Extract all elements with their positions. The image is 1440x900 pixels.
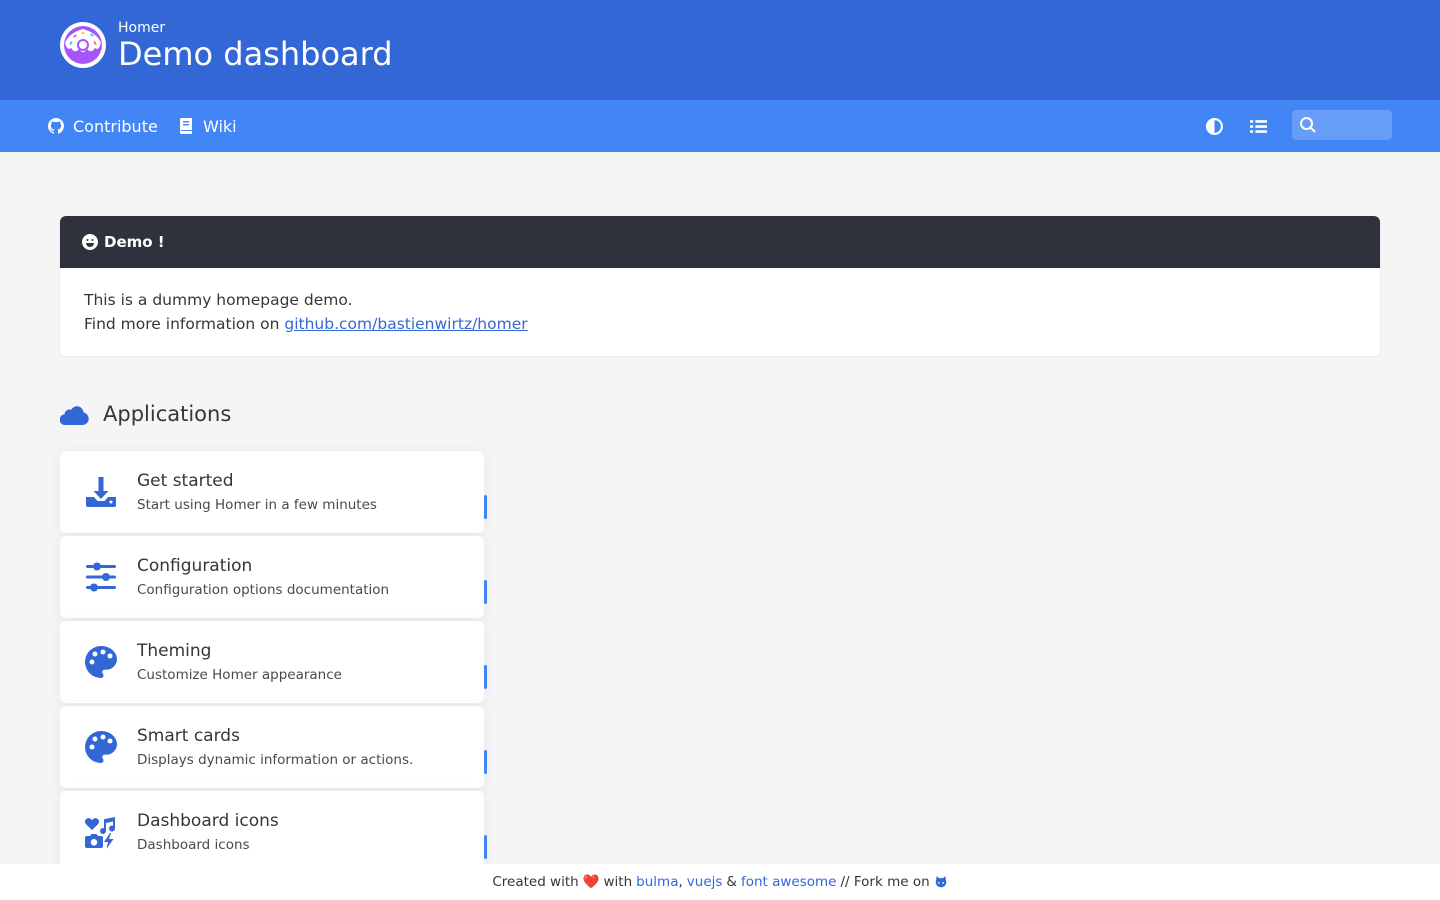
message-line2: Find more information on github.com/bast… [84, 312, 1356, 336]
card-dashboard-icons[interactable]: Dashboard icons Dashboard icons [60, 791, 487, 873]
card-subtitle: Start using Homer in a few minutes [137, 497, 377, 513]
theme-toggle-button[interactable] [1204, 116, 1224, 136]
card-title: Dashboard icons [137, 811, 279, 831]
message-line2-prefix: Find more information on [84, 315, 280, 333]
sliders-icon [84, 560, 118, 594]
message-title: Demo ! [104, 233, 165, 251]
footer-with: with [603, 874, 633, 890]
message-body: This is a dummy homepage demo. Find more… [60, 268, 1380, 356]
card-accent [484, 580, 487, 604]
footer-created-with: Created with [492, 874, 579, 890]
message-line1: This is a dummy homepage demo. [84, 291, 353, 309]
footer-fork-me: // Fork me on [840, 874, 930, 890]
vuejs-link[interactable]: vuejs [687, 874, 723, 890]
bulma-link[interactable]: bulma [636, 874, 678, 890]
book-icon [180, 118, 192, 134]
layout-toggle-button[interactable] [1248, 116, 1268, 136]
wiki-link[interactable]: Wiki [178, 100, 237, 152]
card-title: Theming [137, 641, 212, 661]
search-input[interactable] [1322, 110, 1388, 140]
page-title: Demo dashboard [118, 35, 393, 73]
heart-icon: ❤️ [582, 874, 600, 890]
footer: Created with ❤️ with bulma, vuejs & font… [0, 864, 1440, 900]
cloud-icon [60, 406, 89, 425]
card-title: Configuration [137, 556, 253, 576]
contrast-icon [1205, 117, 1223, 135]
card-accent [484, 665, 487, 689]
contribute-link[interactable]: Contribute [48, 100, 158, 152]
header-subtitle: Homer [118, 20, 166, 36]
group-name: Applications [103, 402, 232, 426]
search-box[interactable] [1292, 110, 1392, 140]
card-smart-cards[interactable]: Smart cards Displays dynamic information… [60, 706, 487, 788]
card-configuration[interactable]: Configuration Configuration options docu… [60, 536, 487, 618]
github-link[interactable]: github.com/bastienwirtz/homer [284, 315, 527, 333]
github-icon [48, 118, 64, 134]
card-subtitle: Customize Homer appearance [137, 667, 342, 683]
contribute-label: Contribute [73, 116, 158, 136]
card-subtitle: Displays dynamic information or actions. [137, 752, 414, 768]
donut-icon[interactable] [59, 21, 107, 69]
demo-message: Demo ! This is a dummy homepage demo. Fi… [60, 216, 1380, 356]
footer-comma: , [678, 874, 683, 890]
message-header: Demo ! [60, 216, 1380, 268]
card-accent [484, 495, 487, 519]
icons-icon [84, 815, 118, 849]
wiki-label: Wiki [203, 116, 237, 136]
card-theming[interactable]: Theming Customize Homer appearance [60, 621, 487, 703]
search-icon [1300, 117, 1316, 133]
palette-icon [84, 645, 118, 679]
card-get-started[interactable]: Get started Start using Homer in a few m… [60, 451, 487, 533]
group-title: Applications [60, 398, 231, 430]
download-icon [84, 475, 118, 509]
card-accent [484, 835, 487, 859]
font-awesome-link[interactable]: font awesome [741, 874, 837, 890]
smile-icon [82, 234, 98, 250]
card-subtitle: Configuration options documentation [137, 582, 390, 598]
card-title: Smart cards [137, 726, 240, 746]
card-subtitle: Dashboard icons [137, 837, 250, 853]
github-alt-icon[interactable] [934, 875, 948, 889]
footer-amp: & [726, 874, 737, 890]
header: Homer Demo dashboard [0, 0, 1440, 100]
list-icon [1249, 119, 1267, 133]
navbar: Contribute Wiki [0, 100, 1440, 152]
card-accent [484, 750, 487, 774]
headline: Homer Demo dashboard [118, 20, 393, 72]
palette-icon [84, 730, 118, 764]
card-title: Get started [137, 471, 234, 491]
